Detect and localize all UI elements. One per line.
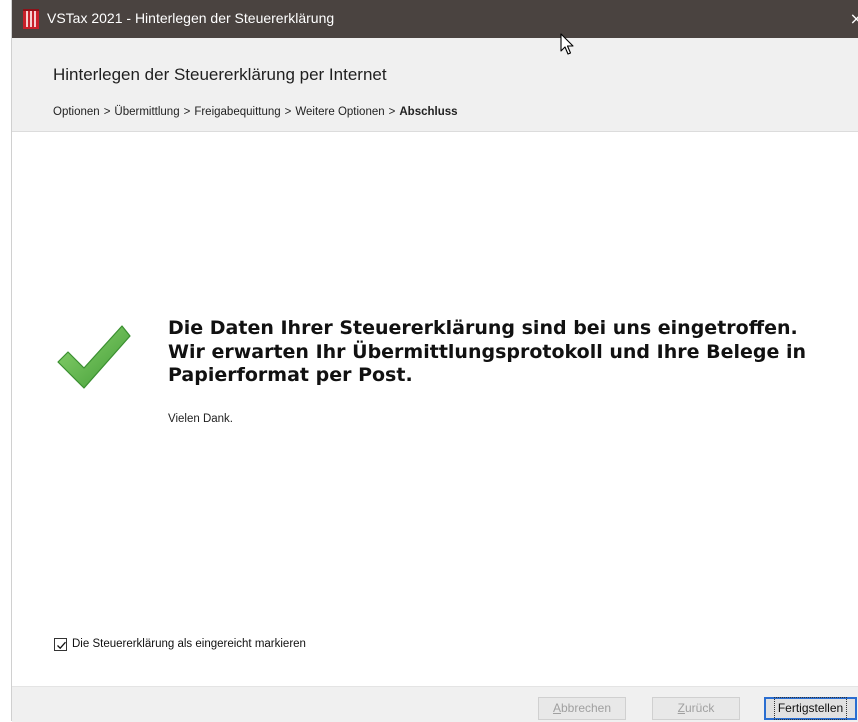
breadcrumb-separator: > xyxy=(183,106,191,118)
back-button[interactable]: Zurück xyxy=(652,697,740,720)
breadcrumb-step-optionen: Optionen xyxy=(53,106,100,118)
finish-label: Fertigstellen xyxy=(773,697,848,720)
back-label: urück xyxy=(685,701,715,715)
breadcrumb-separator: > xyxy=(388,106,396,118)
message-line: Die Daten Ihrer Steuererklärung sind bei… xyxy=(168,317,798,339)
close-icon[interactable]: × xyxy=(850,9,858,28)
wizard-header: Hinterlegen der Steuererklärung per Inte… xyxy=(12,38,858,132)
checkmark-icon xyxy=(57,325,131,389)
confirmation-message: Die Daten Ihrer Steuererklärung sind bei… xyxy=(168,317,838,388)
mouse-cursor-icon xyxy=(560,33,574,55)
wizard-window: VSTax 2021 - Hinterlegen der Steuererklä… xyxy=(11,0,858,722)
breadcrumb-separator: > xyxy=(103,106,111,118)
breadcrumb-step-abschluss: Abschluss xyxy=(399,106,458,118)
checkbox-check-icon xyxy=(57,641,66,649)
window-title: VSTax 2021 - Hinterlegen der Steuererklä… xyxy=(47,10,335,26)
breadcrumb: Optionen > Übermittlung > Freigabequittung > W… xyxy=(53,106,458,118)
cancel-access-key: A xyxy=(552,701,561,715)
mark-submitted-label[interactable]: Die Steuererklärung als eingereicht mark… xyxy=(72,638,306,650)
back-access-key: Z xyxy=(677,701,685,715)
message-line: Papierformat per Post. xyxy=(168,364,413,386)
thanks-text: Vielen Dank. xyxy=(168,413,233,425)
button-bar: Abbrechen Zurück Fertigstellen xyxy=(12,686,858,722)
title-bar[interactable]: VSTax 2021 - Hinterlegen der Steuererklä… xyxy=(12,0,858,38)
cancel-button[interactable]: Abbrechen xyxy=(538,697,626,720)
breadcrumb-separator: > xyxy=(284,106,292,118)
message-line: Wir erwarten Ihr Übermittlungsprotokoll … xyxy=(168,340,807,363)
breadcrumb-step-freigabequittung: Freigabequittung xyxy=(194,106,281,118)
app-icon xyxy=(23,9,39,29)
page-title: Hinterlegen der Steuererklärung per Inte… xyxy=(53,65,387,84)
desktop-edge xyxy=(0,0,11,721)
breadcrumb-step-weitere-optionen: Weitere Optionen xyxy=(295,106,385,118)
cancel-label: bbrechen xyxy=(560,701,612,715)
breadcrumb-step-uebermittlung: Übermittlung xyxy=(114,106,180,118)
mark-submitted-option[interactable]: Die Steuererklärung als eingereicht mark… xyxy=(54,636,306,652)
mark-submitted-checkbox[interactable] xyxy=(54,637,67,651)
finish-button[interactable]: Fertigstellen xyxy=(764,697,857,720)
